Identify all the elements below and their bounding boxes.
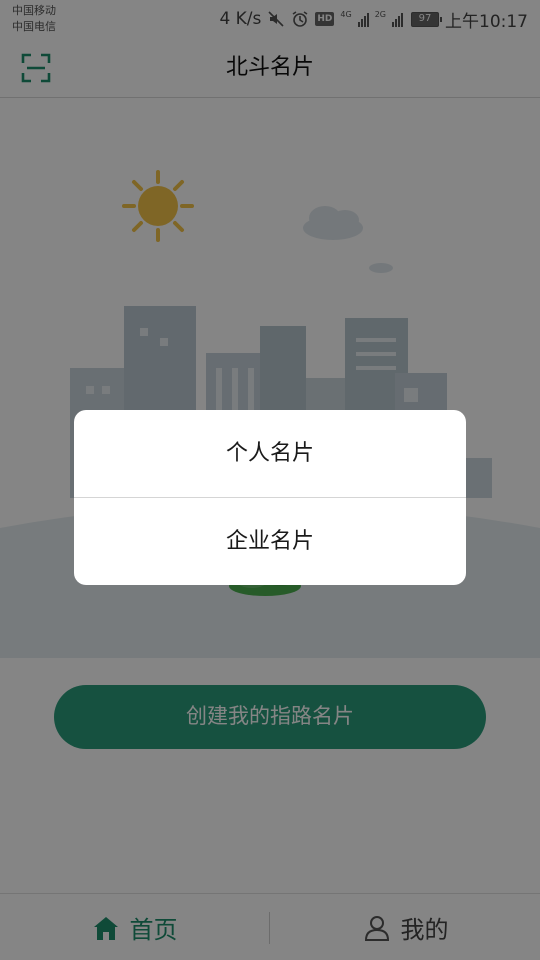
card-type-dialog: 个人名片 企业名片	[74, 410, 466, 585]
option-business-card[interactable]: 企业名片	[74, 498, 466, 585]
option-personal-card[interactable]: 个人名片	[74, 410, 466, 497]
